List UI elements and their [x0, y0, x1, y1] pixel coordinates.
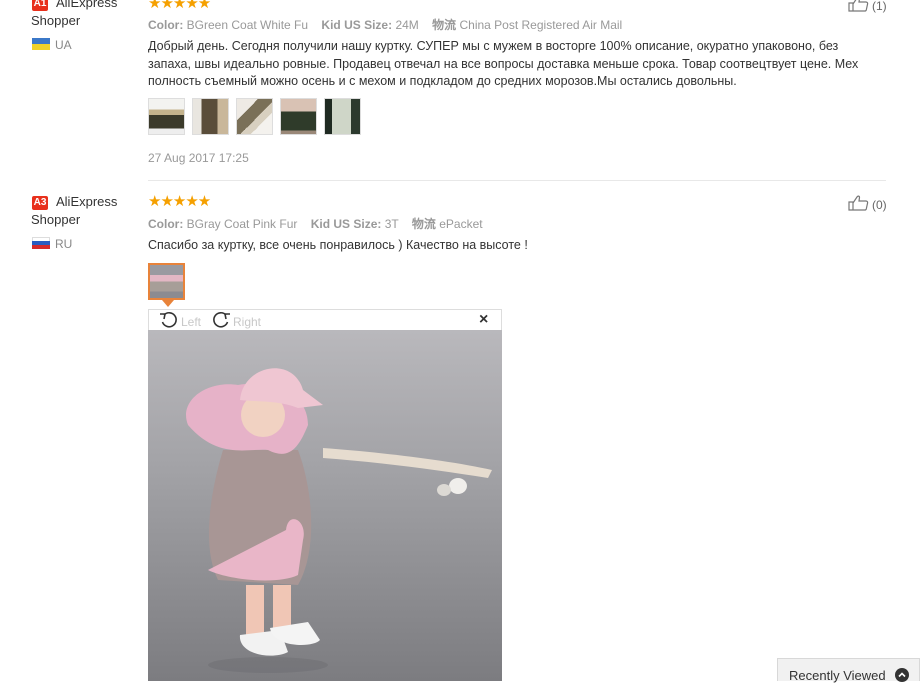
reviewer-country: RU: [55, 237, 73, 251]
helpful-button[interactable]: (1): [848, 0, 887, 15]
helpful-button[interactable]: (0): [848, 195, 887, 214]
thumbs-up-icon: [848, 195, 870, 214]
review-divider: [148, 180, 886, 181]
recently-viewed-tab[interactable]: Recently Viewed: [777, 658, 920, 683]
chevron-up-icon: [895, 668, 909, 682]
reviewer-name: AliExpress Shopper: [31, 194, 118, 227]
ukraine-flag-icon: [32, 38, 50, 50]
thumbs-up-icon: [848, 0, 870, 15]
review-photo-thumb[interactable]: [280, 98, 317, 135]
review-sku-info: Color: BGray Coat Pink Fur Kid US Size: …: [148, 217, 483, 231]
review-text: Спасибо за куртку, все очень понравилось…: [148, 238, 528, 252]
reviewer-name: AliExpress Shopper: [31, 0, 118, 28]
rating-stars: ★★★★★: [148, 0, 211, 12]
review-text: Добрый день. Сегодня получили нашу куртк…: [148, 39, 859, 88]
rating-stars: ★★★★★: [148, 193, 211, 210]
review-photo-large: [148, 330, 502, 681]
close-icon[interactable]: ×: [479, 311, 488, 329]
review-photo-thumb[interactable]: [192, 98, 229, 135]
review-date: 27 Aug 2017 17:25: [148, 151, 249, 165]
selected-thumb-pointer: [162, 300, 174, 307]
image-viewer-toolbar: Left Right ×: [148, 309, 502, 330]
review-photo-thumb-selected[interactable]: [148, 263, 185, 300]
review-sku-info: Color: BGreen Coat White Fu Kid US Size:…: [148, 18, 623, 32]
reviewer-country: UA: [55, 38, 72, 52]
review-photo-thumb[interactable]: [236, 98, 273, 135]
review-photo-thumb[interactable]: [324, 98, 361, 135]
review-photo-thumb[interactable]: [148, 98, 185, 135]
russia-flag-icon: [32, 237, 50, 249]
